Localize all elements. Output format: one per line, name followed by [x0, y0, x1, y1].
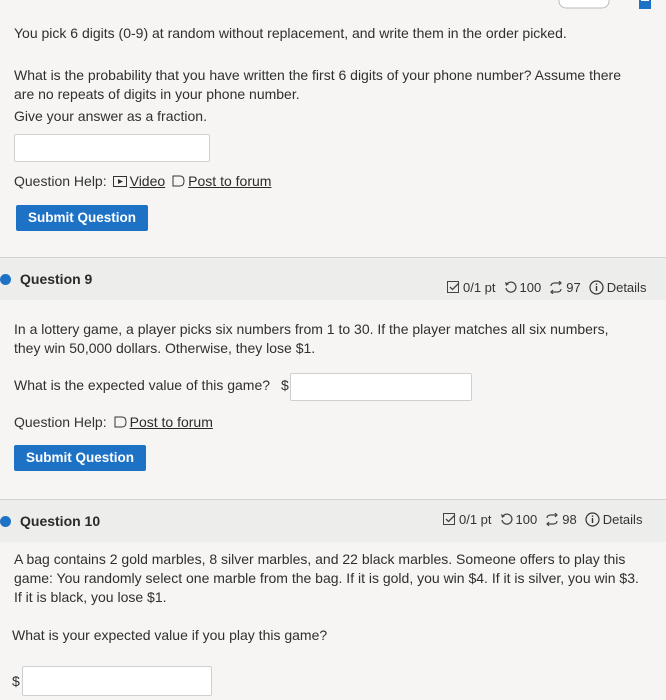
- refresh-icon[interactable]: [558, 0, 610, 10]
- q10-dollar-sign: $: [12, 673, 20, 689]
- q9-points: 0/1 pt: [447, 280, 496, 295]
- q8-text-instruction: Give your answer as a fraction.: [14, 108, 207, 124]
- q9-points-text: 0/1 pt: [463, 280, 496, 295]
- attempts-icon: [546, 513, 559, 526]
- calculator-icon[interactable]: [638, 0, 652, 10]
- q9-attempts: 97: [549, 280, 581, 295]
- q10-title: Question 10: [20, 513, 101, 529]
- q8-video-link[interactable]: Video: [112, 173, 166, 189]
- q9-attempts-text: 97: [566, 280, 581, 295]
- q9-dollar-sign: $: [281, 377, 289, 393]
- video-icon: [112, 175, 127, 187]
- q10-attempts: 98: [545, 512, 577, 527]
- q8-video-label: Video: [129, 173, 166, 189]
- retry-icon: [500, 513, 513, 525]
- q8-forum-link[interactable]: Post to forum: [171, 173, 271, 189]
- q9-help-label: Question Help:: [14, 414, 107, 430]
- retry-icon: [504, 281, 517, 293]
- checkbox-icon: [447, 281, 460, 293]
- q8-help-label: Question Help:: [14, 173, 107, 189]
- checkbox-icon: [443, 513, 456, 525]
- q8-forum-label: Post to forum: [188, 173, 272, 189]
- q9-answer-input[interactable]: [290, 373, 472, 401]
- q9-status-dot: [0, 274, 11, 285]
- q9-question-help: Question Help: Post to forum: [14, 414, 213, 430]
- top-toolbar-icons: [558, 0, 666, 12]
- q10-points-text: 0/1 pt: [459, 512, 492, 527]
- q10-details-text: Details: [602, 512, 643, 527]
- q8-answer-input[interactable]: [14, 134, 210, 162]
- q9-title: Question 9: [20, 271, 93, 287]
- q9-forum-label: Post to forum: [129, 414, 213, 430]
- q8-question-help: Question Help: Video Post to forum: [14, 173, 271, 189]
- q8-text-question: What is the probability that you have wr…: [14, 67, 621, 102]
- forum-icon: [172, 175, 185, 187]
- q10-header: Question 10 0/1 pt 100 98 Details: [0, 499, 666, 542]
- q10-attempts-text: 98: [562, 512, 577, 527]
- q10-retries-text: 100: [515, 512, 538, 527]
- q9-meta: 0/1 pt 100 97 Details: [447, 280, 650, 295]
- q9-text-problem: In a lottery game, a player picks six nu…: [14, 321, 609, 356]
- q9-retries: 100: [504, 280, 542, 295]
- q10-text-problem: A bag contains 2 gold marbles, 8 silver …: [14, 551, 639, 605]
- q8-text-intro: You pick 6 digits (0-9) at random withou…: [14, 25, 567, 41]
- q9-submit-button[interactable]: Submit Question: [14, 445, 146, 471]
- q9-retries-text: 100: [519, 280, 542, 295]
- q10-status-dot: [0, 516, 11, 527]
- q10-points: 0/1 pt: [443, 512, 492, 527]
- q10-prompt: What is your expected value if you play …: [12, 627, 328, 643]
- q10-details-link[interactable]: Details: [585, 512, 643, 527]
- q9-forum-link[interactable]: Post to forum: [113, 414, 213, 430]
- forum-icon: [114, 416, 127, 428]
- info-icon: [589, 280, 604, 295]
- q10-answer-input[interactable]: [22, 666, 212, 696]
- q9-prompt: What is the expected value of this game?: [14, 377, 271, 393]
- q9-details-link[interactable]: Details: [589, 280, 647, 295]
- attempts-icon: [550, 281, 563, 294]
- q10-meta: 0/1 pt 100 98 Details: [443, 512, 646, 527]
- q8-submit-button[interactable]: Submit Question: [16, 205, 148, 231]
- info-icon: [585, 512, 600, 527]
- q9-header: Question 9 0/1 pt 100 97 Details: [0, 257, 666, 300]
- q9-details-text: Details: [606, 280, 647, 295]
- q10-retries: 100: [500, 512, 538, 527]
